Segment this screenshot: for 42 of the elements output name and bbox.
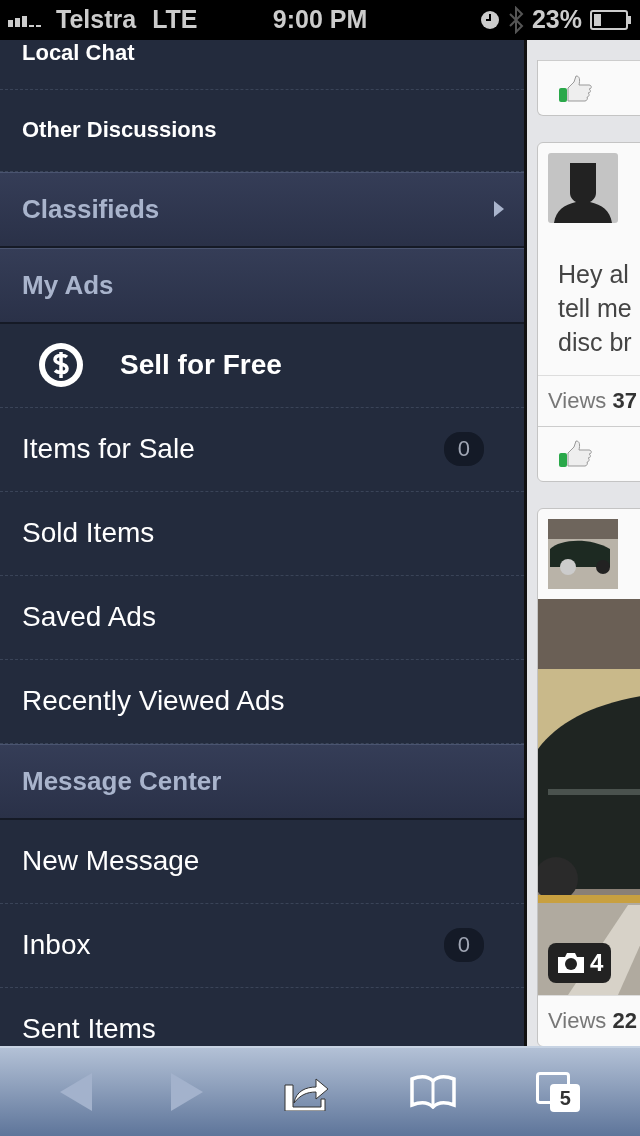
battery-percent: 23% [531, 5, 582, 35]
thumbs-up-icon [558, 74, 592, 103]
item-label: New Message [22, 845, 200, 878]
dollar-icon [38, 342, 84, 389]
battery-icon [590, 9, 632, 30]
section-header[interactable]: Message Center [0, 743, 524, 820]
post-text: Hey al [558, 258, 630, 290]
network-type: LTE [152, 5, 198, 35]
post-text: disc br [558, 326, 633, 358]
section-header[interactable]: Classifieds [0, 171, 524, 248]
views-label: Views [548, 387, 607, 413]
item-label: Inbox [22, 929, 91, 962]
section-title: Classifieds [22, 193, 160, 225]
item-label: Items for Sale [22, 433, 195, 466]
item-label: Sent Items [22, 1013, 156, 1046]
item-label: Saved Ads [22, 601, 156, 634]
clock-time: 9:00 PM [271, 5, 369, 35]
bluetooth-icon [507, 5, 524, 34]
tabs-count: 5 [550, 1084, 581, 1113]
views-count: 22 [612, 1007, 637, 1033]
section-title: Message Center [22, 765, 222, 797]
views-label: Views [548, 1007, 607, 1033]
thumbs-up-icon [558, 439, 592, 468]
section-header[interactable]: My Ads [0, 247, 524, 324]
item-label: Sold Items [22, 517, 155, 550]
photo-count: 4 [590, 948, 604, 977]
menu-item[interactable]: Items for Sale 0 [0, 407, 524, 492]
bookmarks-icon[interactable] [409, 1075, 458, 1110]
count-badge: 0 [443, 928, 484, 963]
chevron-right-icon [494, 201, 504, 218]
item-label: Recently Viewed Ads [22, 685, 285, 718]
avatar-icon [548, 152, 618, 223]
count-badge: 0 [443, 432, 484, 467]
views-count: 37 [612, 387, 637, 413]
sell-button[interactable]: Sell for Free [0, 323, 524, 408]
alarm-icon [479, 9, 500, 30]
action-label: Sell for Free [120, 349, 282, 382]
camera-icon [556, 951, 586, 974]
section-title: My Ads [22, 269, 114, 301]
carrier-name: Telstra [56, 5, 137, 35]
post-text: tell me [558, 292, 633, 324]
menu-item[interactable]: Inbox 0 [0, 903, 524, 988]
